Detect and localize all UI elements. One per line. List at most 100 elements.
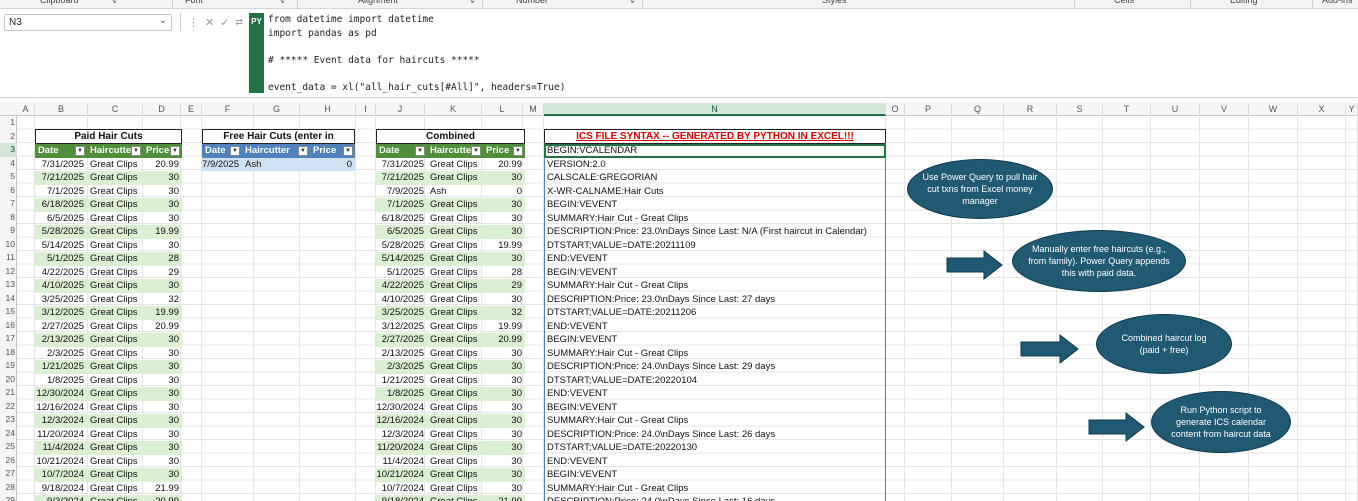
table-row[interactable]: 1/8/2025 Great Clips 30 (376, 387, 525, 401)
column-header-n[interactable]: N (544, 103, 886, 116)
table-cell-haircutter[interactable]: Great Clips (427, 171, 483, 185)
table-cell-date[interactable]: 7/31/2025 (376, 158, 427, 172)
row-header-16[interactable]: 16 (0, 319, 17, 333)
filter-dropdown-icon[interactable]: ▼ (75, 146, 85, 156)
table-cell-price[interactable]: 30 (143, 401, 182, 415)
table-cell-date[interactable]: 1/21/2025 (35, 360, 87, 374)
table-cell-date[interactable]: 11/20/2024 (35, 428, 87, 442)
column-header-y[interactable]: Y (1346, 103, 1358, 116)
table-cell-price[interactable]: 29 (483, 279, 525, 293)
ics-line[interactable]: DESCRIPTION:Price: 23.0\nDays Since Last… (547, 293, 775, 307)
table-cell-price[interactable]: 19.99 (483, 239, 525, 253)
cancel-icon[interactable]: ✕ (205, 16, 214, 29)
filter-dropdown-icon[interactable]: ▼ (415, 146, 425, 156)
dialog-launcher-icon[interactable]: ↘ (468, 0, 475, 5)
row-header-19[interactable]: 19 (0, 359, 17, 373)
column-header-t[interactable]: T (1103, 103, 1151, 116)
table-row[interactable]: 2/3/2025 Great Clips 30 (376, 360, 525, 374)
table-cell-date[interactable]: 7/31/2025 (35, 158, 87, 172)
table-cell-date[interactable]: 4/22/2025 (376, 279, 427, 293)
filter-dropdown-icon[interactable]: ▼ (170, 146, 180, 156)
table-cell-date[interactable]: 5/14/2025 (35, 239, 87, 253)
table-cell-price[interactable]: 30 (483, 171, 525, 185)
table-row[interactable]: 2/13/2025 Great Clips 30 (376, 347, 525, 361)
table-cell-date[interactable]: 5/28/2025 (35, 225, 87, 239)
table-row[interactable]: 6/5/2025 Great Clips 30 (376, 225, 525, 239)
table-cell-price[interactable]: 19.99 (143, 306, 182, 320)
table-row[interactable]: 4/10/2025 Great Clips 30 (35, 279, 182, 293)
column-header-m[interactable]: M (523, 103, 544, 116)
table-cell-price[interactable]: 19.99 (483, 320, 525, 334)
table-cell-haircutter[interactable]: Great Clips (427, 360, 483, 374)
ics-line[interactable]: VERSION:2.0 (547, 158, 606, 172)
ics-line[interactable]: END:VEVENT (547, 387, 608, 401)
dialog-launcher-icon[interactable]: ↘ (628, 0, 635, 5)
table-row[interactable]: 4/22/2025 Great Clips 29 (376, 279, 525, 293)
table-row[interactable]: 5/28/2025 Great Clips 19.99 (35, 225, 182, 239)
ics-line[interactable]: BEGIN:VEVENT (547, 266, 617, 280)
table-cell-haircutter[interactable]: Great Clips (427, 252, 483, 266)
column-header-b[interactable]: B (35, 103, 88, 116)
table-cell-haircutter[interactable]: Great Clips (87, 266, 143, 280)
table-cell-date[interactable]: 3/12/2025 (35, 306, 87, 320)
table-row[interactable]: 2/3/2025 Great Clips 30 (35, 347, 182, 361)
row-header-12[interactable]: 12 (0, 265, 17, 279)
ics-line[interactable]: DESCRIPTION:Price: 24.0\nDays Since Last… (547, 495, 775, 501)
table-row[interactable]: 9/18/2024Great Clips21.99 (376, 495, 525, 501)
table-cell-price[interactable]: 30 (143, 279, 182, 293)
table-cell-price[interactable]: 30 (483, 252, 525, 266)
column-header-v[interactable]: V (1200, 103, 1249, 116)
table-row[interactable]: 7/21/2025 Great Clips 30 (376, 171, 525, 185)
table-row[interactable]: 12/16/2024 Great Clips 30 (35, 401, 182, 415)
table-cell-date[interactable]: 12/30/2024 (376, 401, 427, 415)
table-cell-price[interactable]: 30 (143, 414, 182, 428)
table-cell-haircutter[interactable]: Great Clips (87, 225, 143, 239)
row-header-1[interactable]: 1 (0, 116, 17, 130)
table-cell-price[interactable]: 30 (143, 171, 182, 185)
table-cell-price[interactable]: 32 (143, 293, 182, 307)
table-cell-date[interactable]: 5/1/2025 (35, 252, 87, 266)
table-cell-date[interactable]: 11/20/2024 (376, 441, 427, 455)
table-row[interactable]: 6/18/2025 Great Clips 30 (35, 198, 182, 212)
enter-check-icon[interactable]: ✓ (220, 16, 229, 29)
table-cell-date[interactable]: 2/27/2025 (376, 333, 427, 347)
row-header-27[interactable]: 27 (0, 467, 17, 481)
table-cell-haircutter[interactable]: Great Clips (87, 482, 143, 496)
row-header-2[interactable]: 2 (0, 130, 17, 144)
table-cell-haircutter[interactable]: Great Clips (427, 279, 483, 293)
table-cell-haircutter[interactable]: Great Clips (427, 320, 483, 334)
table-row[interactable]: 1/21/2025 Great Clips 30 (35, 360, 182, 374)
row-header-5[interactable]: 5 (0, 170, 17, 184)
table-row[interactable]: 3/12/2025 Great Clips 19.99 (35, 306, 182, 320)
ics-line[interactable]: SUMMARY:Hair Cut - Great Clips (547, 414, 688, 428)
table-cell-haircutter[interactable]: Great Clips (87, 158, 143, 172)
table-row[interactable]: 9/18/2024Great Clips21.99 (35, 482, 182, 496)
name-box[interactable]: N3 ⌄ (4, 14, 172, 31)
table-row[interactable]: 10/21/2024 Great Clips 30 (35, 455, 182, 469)
table-row[interactable]: 10/7/2024 Great Clips 30 (376, 482, 525, 496)
table-cell-date[interactable]: 1/8/2025 (35, 374, 87, 388)
ics-line[interactable]: CALSCALE:GREGORIAN (547, 171, 657, 185)
table-cell-haircutter[interactable]: Great Clips (427, 414, 483, 428)
row-header-11[interactable]: 11 (0, 251, 17, 265)
table-row[interactable]: 7/9/2025 Ash 0 (376, 185, 525, 199)
ics-line[interactable]: BEGIN:VEVENT (547, 468, 617, 482)
row-header-6[interactable]: 6 (0, 184, 17, 198)
table-row[interactable]: 12/3/2024 Great Clips 30 (376, 428, 525, 442)
table-cell-price[interactable]: 30 (483, 347, 525, 361)
table-cell-date[interactable]: 6/5/2025 (35, 212, 87, 226)
table-cell-price[interactable]: 30 (483, 212, 525, 226)
column-header-u[interactable]: U (1151, 103, 1200, 116)
table-cell-price[interactable]: 30 (143, 333, 182, 347)
table-row[interactable]: 4/22/2025 Great Clips 29 (35, 266, 182, 280)
table-cell-haircutter[interactable]: Great Clips (87, 252, 143, 266)
table-cell-price[interactable]: 20.99 (143, 158, 182, 172)
table-cell-date[interactable]: 10/21/2024 (35, 455, 87, 469)
table-cell-haircutter[interactable]: Great Clips (427, 455, 483, 469)
table-cell-haircutter[interactable]: Great Clips (87, 333, 143, 347)
table-cell-haircutter[interactable]: Great Clips (87, 428, 143, 442)
table-row[interactable]: 7/1/2025 Great Clips 30 (376, 198, 525, 212)
table-cell-date[interactable]: 7/21/2025 (35, 171, 87, 185)
table-cell-price[interactable]: 30 (483, 225, 525, 239)
table-cell-haircutter[interactable]: Great Clips (87, 455, 143, 469)
